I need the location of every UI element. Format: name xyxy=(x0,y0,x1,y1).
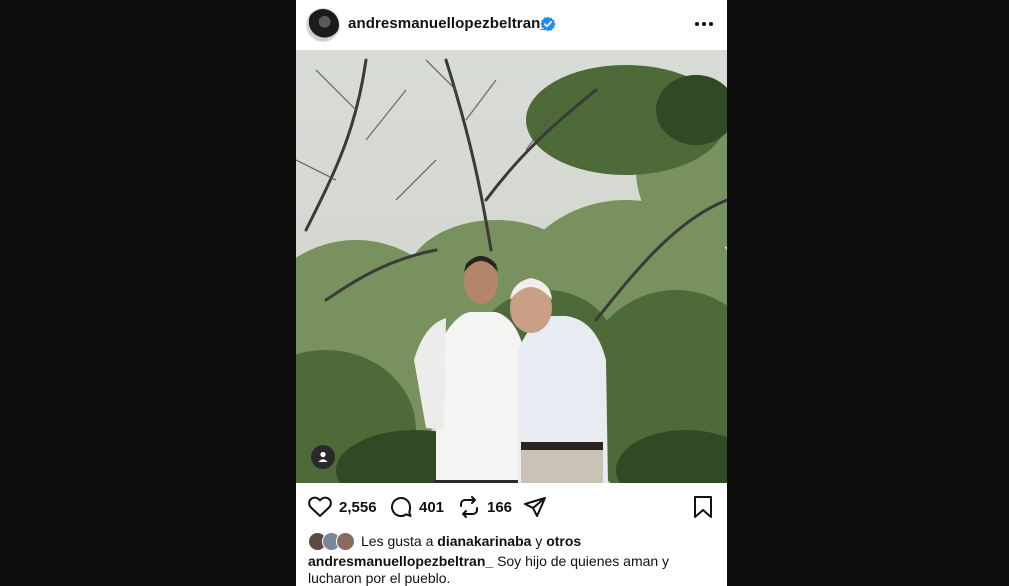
repost-button[interactable]: 166 xyxy=(457,494,512,520)
caption-author[interactable]: andresmanuellopezbeltran_ xyxy=(308,553,493,569)
post-username[interactable]: andresmanuellopezbeltran_ xyxy=(348,15,549,32)
more-options-icon[interactable] xyxy=(693,14,715,34)
like-button[interactable]: 2,556 xyxy=(307,494,377,520)
comment-button[interactable]: 401 xyxy=(389,494,444,520)
avatar[interactable] xyxy=(307,9,339,41)
save-button[interactable] xyxy=(692,494,714,520)
comments-count: 401 xyxy=(419,498,445,516)
liked-by-joiner: y xyxy=(535,533,543,549)
liked-by-name[interactable]: dianakarinaba xyxy=(437,533,531,549)
bookmark-icon xyxy=(694,496,712,518)
post-caption: andresmanuellopezbeltran_ Soy hijo de qu… xyxy=(308,553,713,586)
liker-avatar xyxy=(336,531,355,551)
repost-icon xyxy=(460,496,478,518)
liked-by-others[interactable]: otros xyxy=(546,533,581,549)
post-photo[interactable] xyxy=(296,50,727,483)
liked-by-row[interactable]: Les gusta a dianakarinaba y otros xyxy=(308,531,581,551)
verified-badge-icon xyxy=(540,16,556,32)
send-icon xyxy=(524,497,546,517)
likes-count: 2,556 xyxy=(339,498,377,516)
person-tag-icon xyxy=(318,451,328,462)
liked-by-text: Les gusta a dianakarinaba y otros xyxy=(361,533,581,549)
heart-icon xyxy=(308,496,332,517)
post-header: andresmanuellopezbeltran_ xyxy=(296,0,727,50)
share-button[interactable] xyxy=(523,494,547,520)
liked-by-prefix: Les gusta a xyxy=(361,533,434,549)
comment-icon xyxy=(391,497,412,517)
tagged-people-button[interactable] xyxy=(311,445,335,469)
instagram-post: andresmanuellopezbeltran_ 2,556 401 166 … xyxy=(296,0,727,586)
reposts-count: 166 xyxy=(487,498,513,516)
